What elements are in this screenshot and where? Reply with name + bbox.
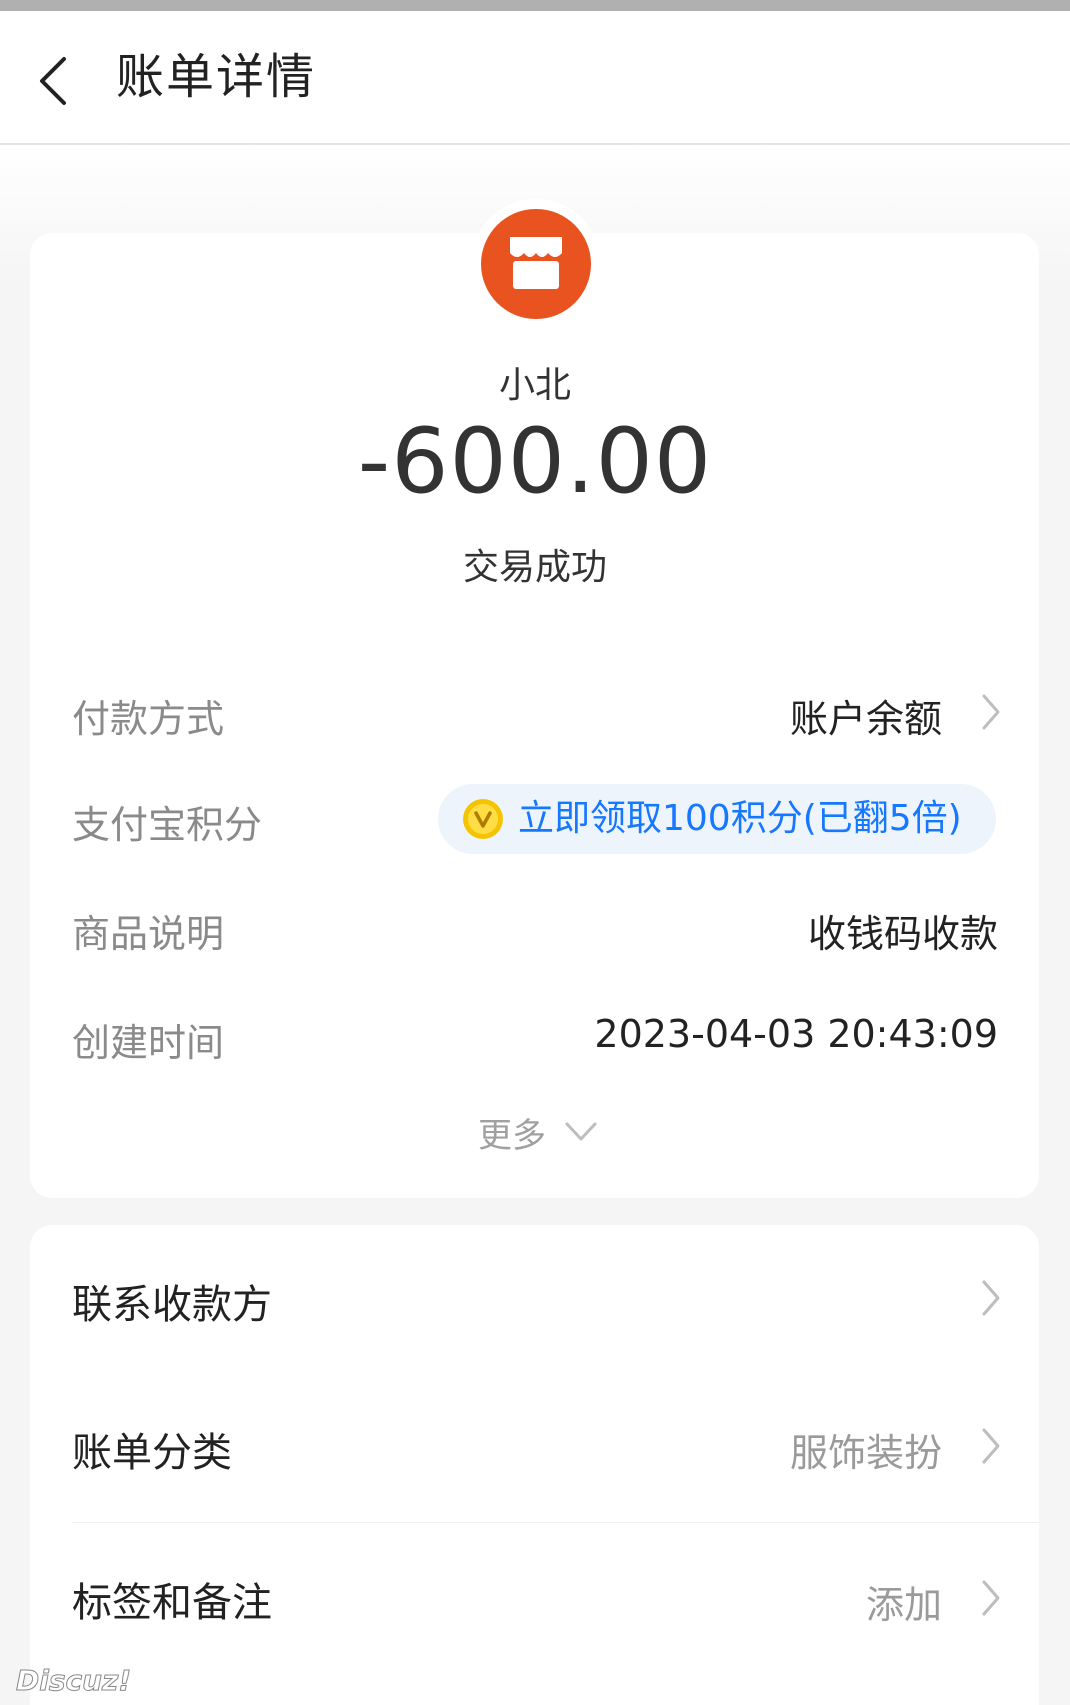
payment-method-value[interactable]: 账户余额 <box>790 688 942 743</box>
chevron-right-icon[interactable] <box>978 1578 1004 1618</box>
store-icon <box>510 237 562 289</box>
back-button[interactable] <box>28 51 88 111</box>
description-label: 商品说明 <box>72 912 225 956</box>
status-bar <box>0 0 1070 11</box>
tags-notes-label[interactable]: 标签和备注 <box>72 1570 272 1628</box>
page-title: 账单详情 <box>116 49 317 105</box>
transaction-status: 交易成功 <box>462 547 607 588</box>
transaction-amount: -600.00 <box>357 409 713 514</box>
claim-points-text: 立即领取100积分(已翻5倍) <box>518 798 962 839</box>
merchant-avatar <box>481 209 591 319</box>
chevron-left-icon <box>40 57 66 105</box>
payment-method-label: 付款方式 <box>72 697 225 741</box>
chevron-right-icon[interactable] <box>978 1278 1004 1318</box>
watermark: Discuz! <box>15 1664 132 1698</box>
tags-notes-value[interactable]: 添加 <box>866 1574 942 1629</box>
merchant-name: 小北 <box>498 365 571 406</box>
created-time-value: 2023-04-03 20:43:09 <box>594 1012 998 1056</box>
bill-category-label[interactable]: 账单分类 <box>72 1420 232 1478</box>
created-time-label: 创建时间 <box>72 1021 225 1065</box>
chevron-down-icon[interactable] <box>564 1120 598 1144</box>
contact-payee-label[interactable]: 联系收款方 <box>72 1272 272 1330</box>
divider <box>72 1522 1039 1523</box>
description-value: 收钱码收款 <box>807 912 998 956</box>
points-label: 支付宝积分 <box>72 803 263 847</box>
chevron-right-icon[interactable] <box>978 692 1004 732</box>
nav-bar: 账单详情 <box>0 11 1070 145</box>
claim-points-button[interactable]: 立即领取100积分(已翻5倍) <box>438 784 996 854</box>
bill-category-value[interactable]: 服饰装扮 <box>790 1422 942 1477</box>
more-button[interactable]: 更多 <box>478 1108 546 1157</box>
chevron-right-icon[interactable] <box>978 1426 1004 1466</box>
coin-icon <box>463 799 503 839</box>
